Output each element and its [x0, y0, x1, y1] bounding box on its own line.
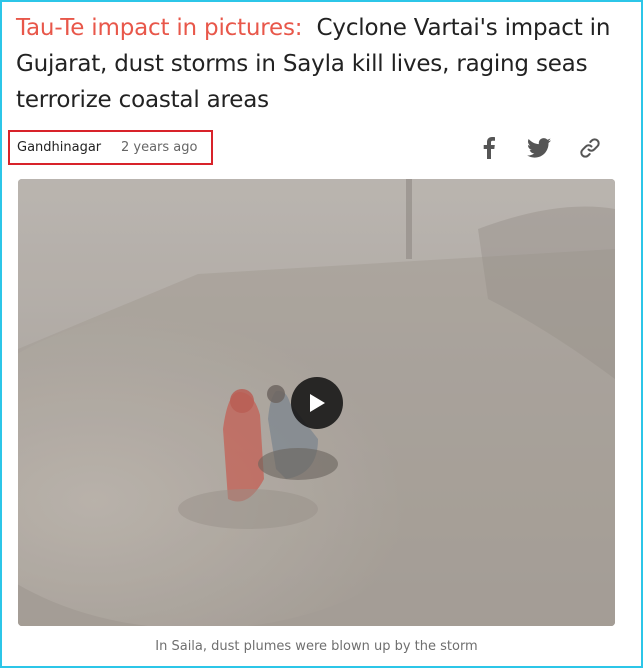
- article-headline: Tau-Te impact in pictures: Cyclone Varta…: [16, 10, 626, 118]
- play-icon: [310, 394, 325, 412]
- article-location[interactable]: Gandhinagar: [17, 140, 101, 155]
- video-caption: In Saila, dust plumes were blown up by t…: [155, 639, 478, 654]
- link-icon: [580, 138, 600, 158]
- page-frame: Tau-Te impact in pictures: Cyclone Varta…: [0, 0, 643, 668]
- headline-kicker: Tau-Te impact in pictures:: [16, 15, 303, 41]
- article-timestamp: 2 years ago: [121, 140, 198, 155]
- facebook-icon: [483, 137, 495, 159]
- share-twitter-button[interactable]: [526, 135, 552, 161]
- video-player[interactable]: [18, 179, 615, 626]
- share-link-button[interactable]: [577, 135, 603, 161]
- share-facebook-button[interactable]: [476, 135, 502, 161]
- twitter-icon: [527, 138, 551, 158]
- video-play-button[interactable]: [291, 377, 343, 429]
